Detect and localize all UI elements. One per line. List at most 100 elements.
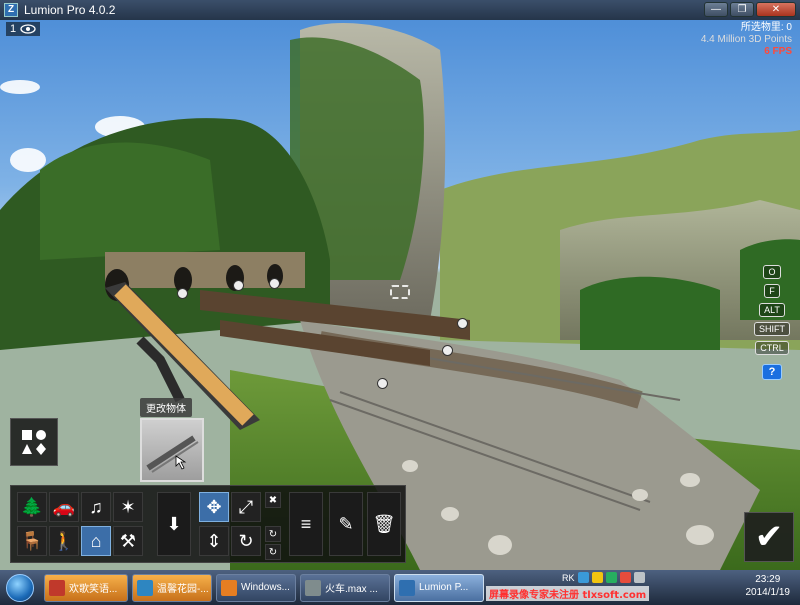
category-indoor[interactable]: 🪑 <box>17 526 47 556</box>
task-app-icon <box>305 579 321 596</box>
taskbar-task-2[interactable]: Windows... <box>216 573 296 602</box>
task-app-icon <box>137 579 153 596</box>
clock-time: 23:29 <box>755 574 781 585</box>
system-clock[interactable]: 23:29 2014/1/19 <box>746 573 791 599</box>
object-marker[interactable] <box>457 318 468 329</box>
deselect-button[interactable]: ✖ <box>265 492 281 508</box>
clock-date: 2014/1/19 <box>745 587 791 598</box>
selection-count: 所选物里: 0 <box>740 22 792 33</box>
key-shift: SHIFT <box>754 322 790 336</box>
object-marker[interactable] <box>442 345 453 356</box>
pencil-icon: ✎ <box>338 513 354 534</box>
rotate-small-ccw-button[interactable]: ↻ <box>265 544 281 560</box>
layer-number: 1 <box>10 23 17 35</box>
volume-icon[interactable] <box>633 572 645 583</box>
close-icon: ✖ <box>268 494 278 506</box>
category-sound[interactable]: ♫ <box>81 492 111 522</box>
place-icon: ⬇ <box>166 513 182 534</box>
fps-counter: 6 FPS <box>764 46 792 57</box>
key-ctrl: CTRL <box>755 341 789 355</box>
rotate-ccw-icon: ↻ <box>268 546 278 558</box>
height-object-button[interactable]: ⇕ <box>199 526 229 556</box>
list-objects-button[interactable]: ≡ <box>289 492 323 556</box>
taskbar-task-3[interactable]: 火车.max ... <box>300 573 390 602</box>
help-button[interactable]: ? <box>761 364 783 380</box>
stats-readout: 所选物里: 0 4.4 Million 3D Points 6 FPS <box>701 22 792 58</box>
person-icon: 🚶 <box>52 530 76 551</box>
task-app-icon <box>49 579 65 596</box>
house-icon: ⌂ <box>90 530 102 551</box>
object-library-button[interactable] <box>10 418 58 466</box>
move-object-button[interactable]: ✥ <box>199 492 229 522</box>
move-icon: ✥ <box>206 496 222 517</box>
taskbar-task-4[interactable]: Lumion P... <box>394 573 484 602</box>
edit-properties-button[interactable]: ✎ <box>329 492 363 556</box>
object-marker[interactable] <box>377 378 388 389</box>
lumion-app-icon: Z <box>4 3 18 17</box>
qq-icon[interactable] <box>619 572 631 583</box>
category-outdoor[interactable]: ⌂ <box>81 526 111 556</box>
shapes-icon <box>22 430 46 455</box>
windows-orb-icon <box>6 573 34 602</box>
category-special[interactable]: ⚒ <box>113 526 143 556</box>
layer-indicator[interactable]: 1 <box>6 22 41 36</box>
effects-icon: ✶ <box>120 496 136 517</box>
task-app-icon <box>221 579 237 596</box>
start-button[interactable] <box>0 571 40 604</box>
delete-object-button[interactable]: 🗑 <box>367 492 401 556</box>
car-icon: 🚗 <box>52 496 76 517</box>
category-people[interactable]: 🚶 <box>49 526 79 556</box>
category-effects[interactable]: ✶ <box>113 492 143 522</box>
taskbar-task-1[interactable]: 温馨花园-... <box>132 573 212 602</box>
eye-icon[interactable] <box>20 24 36 34</box>
selected-object-preview[interactable] <box>140 418 204 482</box>
height-arrows-icon: ⇕ <box>206 530 222 551</box>
tree-icon: 🌲 <box>20 496 44 517</box>
network-icon[interactable] <box>577 572 589 583</box>
key-o: O <box>763 265 781 279</box>
object-toolbar: 🌲 🚗 ♫ ✶ 🪑 🚶 ⌂ ⚒ ⬇ ✥ ⤢ ✖ ⇕ ↻ ↻ ↻ ≡ ✎ 🗑 <box>10 485 406 563</box>
place-object-button[interactable]: ⬇ <box>157 492 191 556</box>
rotate-small-cw-button[interactable]: ↻ <box>265 526 281 542</box>
trash-icon: 🗑 <box>372 513 396 534</box>
3d-viewport[interactable]: 1 所选物里: 0 4.4 Million 3D Points 6 FPS O … <box>0 20 800 570</box>
rail-track-thumbnail <box>146 435 199 473</box>
restore-button[interactable]: ❐ <box>730 2 754 17</box>
task-label: Lumion P... <box>419 582 469 593</box>
change-object-tooltip: 更改物体 <box>140 398 192 417</box>
center-crosshair <box>390 285 410 299</box>
scale-icon: ⤢ <box>238 496 254 517</box>
minimize-button[interactable]: — <box>704 2 728 17</box>
tools-icon: ⚒ <box>119 530 137 551</box>
object-marker[interactable] <box>233 280 244 291</box>
rotate-object-button[interactable]: ↻ <box>231 526 261 556</box>
category-nature[interactable]: 🌲 <box>17 492 47 522</box>
confirm-button[interactable]: ✔ <box>744 512 794 562</box>
list-icon: ≡ <box>300 513 312 534</box>
input-method-indicator[interactable]: RK <box>562 573 575 583</box>
key-alt: ALT <box>759 303 785 317</box>
scale-object-button[interactable]: ⤢ <box>231 492 261 522</box>
task-buttons: 欢歌笑语... 温馨花园-... Windows... 火车.max ... Lumio… <box>40 573 484 602</box>
task-label: 温馨花园-... <box>157 584 209 595</box>
checkmark-icon: ✔ <box>754 518 784 556</box>
task-app-icon <box>399 579 415 596</box>
task-label: 欢歌笑语... <box>69 584 118 595</box>
system-tray: RK <box>562 572 645 583</box>
close-button[interactable]: ✕ <box>756 2 796 17</box>
key-f: F <box>764 284 780 298</box>
category-transport[interactable]: 🚗 <box>49 492 79 522</box>
title-bar: Z Lumion Pro 4.0.2 — ❐ ✕ <box>0 0 800 20</box>
window-title: Lumion Pro 4.0.2 <box>24 3 116 17</box>
windows-taskbar: 欢歌笑语... 温馨花园-... Windows... 火车.max ... Lumio… <box>0 570 800 605</box>
object-marker[interactable] <box>177 288 188 299</box>
rotate-cw-icon: ↻ <box>268 528 278 540</box>
security-icon[interactable] <box>591 572 603 583</box>
rotate-icon: ↻ <box>238 530 254 551</box>
chair-icon: 🪑 <box>20 530 44 551</box>
update-icon[interactable] <box>605 572 617 583</box>
taskbar-task-0[interactable]: 欢歌笑语... <box>44 573 128 602</box>
recorder-watermark: 屏幕录像专家未注册 tlxsoft.com <box>486 586 650 601</box>
points-count: 4.4 Million 3D Points <box>700 34 792 45</box>
object-marker[interactable] <box>269 278 280 289</box>
